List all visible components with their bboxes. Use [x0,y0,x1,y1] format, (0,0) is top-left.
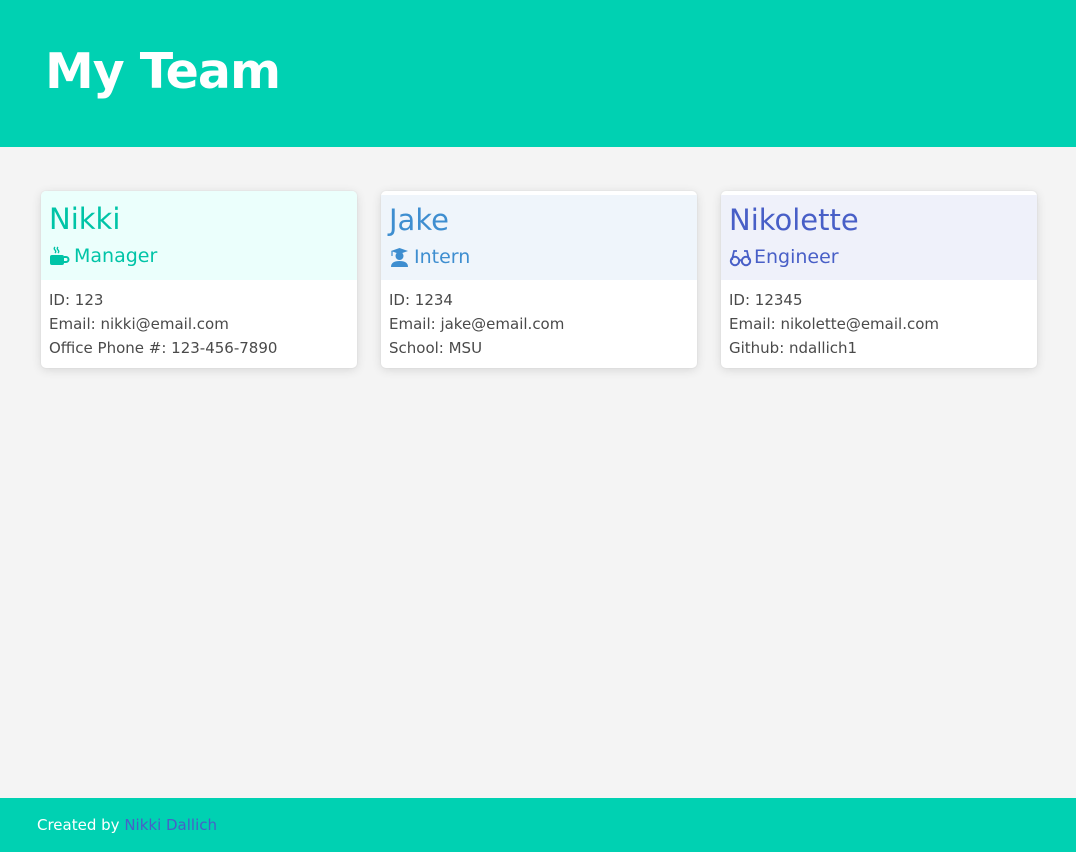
employee-role: Intern [389,244,689,270]
employee-office-phone: Office Phone #: 123-456-7890 [49,339,278,357]
employee-role: Manager [49,243,349,269]
employee-name: Nikki [49,202,121,236]
employee-card-manager: Nikki Manager ID: 123 Email: nikki@email… [41,191,357,368]
card-body: ID: 123 Email: nikki@email.com Office Ph… [41,280,357,360]
card-header: Nikolette Engineer [721,195,1037,280]
employee-github: Github: ndallich1 [729,339,858,357]
card-body: ID: 12345 Email: nikolette@email.com Git… [721,280,1037,360]
employee-email: Email: nikolette@email.com [729,315,939,333]
employee-email: Email: jake@email.com [389,315,565,333]
team-cards: Nikki Manager ID: 123 Email: nikki@email… [41,191,1037,368]
footer-credit-prefix: Created by [37,816,120,834]
card-header: Nikki Manager [41,191,357,280]
employee-id: ID: 1234 [389,291,453,309]
page-title: My Team [45,43,281,100]
employee-role-label: Engineer [754,246,839,268]
employee-role-label: Manager [74,245,158,267]
glasses-icon [729,247,752,268]
employee-school: School: MSU [389,339,483,357]
employee-card-intern: Jake Intern ID: 1234 Email: jake@email.c… [381,191,697,368]
card-header: Jake Intern [381,195,697,280]
employee-name: Nikolette [729,203,859,237]
employee-role-label: Intern [414,246,471,268]
employee-email: Email: nikki@email.com [49,315,229,333]
employee-name: Jake [389,203,449,237]
employee-card-engineer: Nikolette Engineer ID: 12345 Email: niko… [721,191,1037,368]
employee-id: ID: 123 [49,291,104,309]
employee-role: Engineer [729,244,1029,270]
employee-id: ID: 12345 [729,291,803,309]
author-link[interactable]: Nikki Dallich [124,816,217,834]
page-footer: Created by Nikki Dallich [0,798,1076,852]
card-body: ID: 1234 Email: jake@email.com School: M… [381,280,697,360]
graduate-icon [389,247,410,268]
coffee-mug-icon [49,246,70,267]
page-header: My Team [0,0,1076,147]
